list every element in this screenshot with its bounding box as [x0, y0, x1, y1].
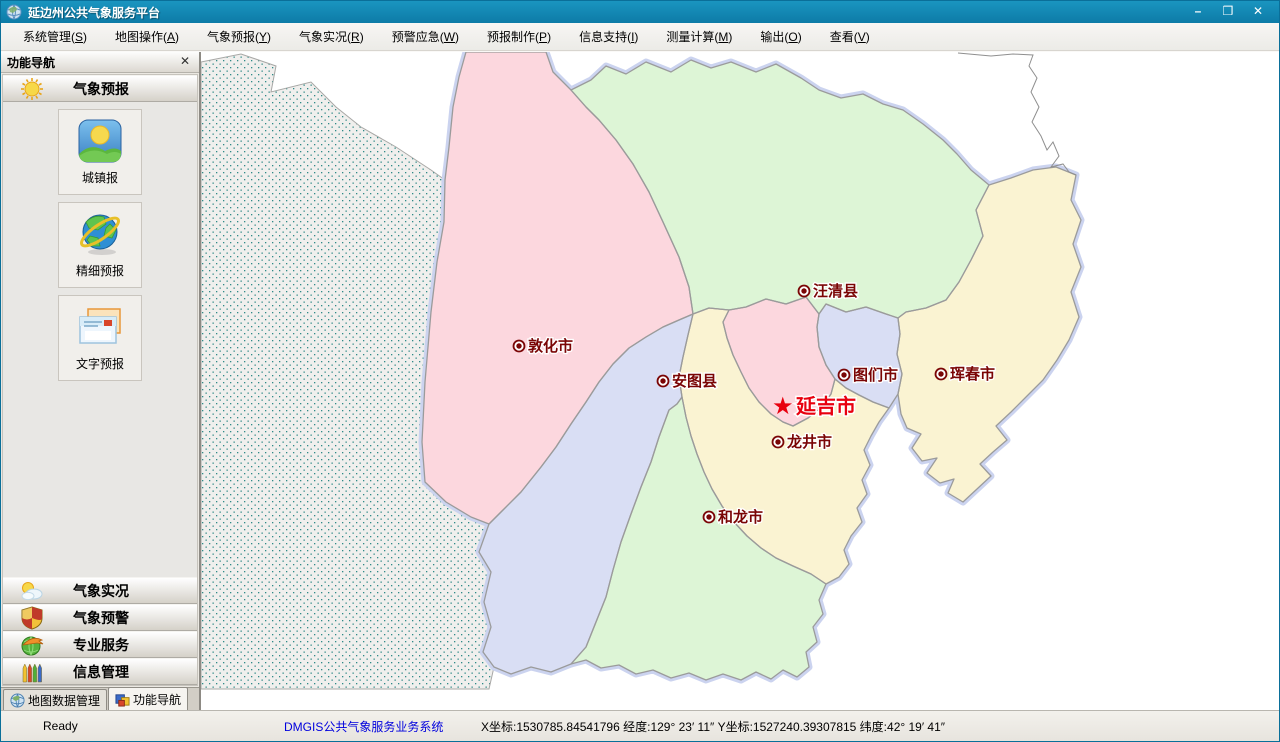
tile-label: 城镇报 — [82, 169, 118, 186]
tile-label: 文字预报 — [76, 355, 124, 372]
sidebar-title: 功能导航 — [7, 54, 177, 71]
menu-item-W[interactable]: 预警应急(W) — [378, 24, 473, 49]
section-globe-arrow[interactable]: 专业服务 — [3, 631, 197, 658]
pencils-icon — [19, 661, 45, 683]
menu-item-R[interactable]: 气象实况(R) — [285, 24, 378, 49]
town-forecast-icon — [76, 115, 124, 167]
region-name: 珲春市 — [950, 365, 995, 383]
tab-window[interactable]: 功能导航 — [108, 687, 188, 710]
section-shield[interactable]: 气象预警 — [3, 604, 197, 631]
map-label-延吉市: ★延吉市 — [772, 392, 856, 420]
sun-icon — [19, 78, 45, 100]
menu-item-P[interactable]: 预报制作(P) — [473, 24, 565, 49]
minimize-button[interactable]: – — [1187, 4, 1209, 20]
title-bar: 延边州公共气象服务平台 – ❒ ✕ — [1, 1, 1279, 23]
region-name: 敦化市 — [528, 337, 573, 355]
text-forecast-icon — [76, 301, 124, 353]
region-name: 和龙市 — [718, 508, 763, 526]
tile-town-forecast[interactable]: 城镇报 — [58, 109, 142, 195]
menu-item-A[interactable]: 地图操作(A) — [101, 24, 193, 49]
menu-bar: 系统管理(S)地图操作(A)气象预报(Y)气象实况(R)预警应急(W)预报制作(… — [1, 23, 1279, 51]
menu-item-V[interactable]: 查看(V) — [816, 24, 884, 49]
region-name: 图们市 — [853, 366, 898, 384]
globe-arrow-icon — [19, 634, 45, 656]
menu-item-S[interactable]: 系统管理(S) — [9, 24, 101, 49]
sidebar-close-icon[interactable]: ✕ — [177, 55, 193, 69]
border-line — [958, 53, 1076, 175]
region-name: 安图县 — [672, 372, 717, 390]
shield-icon — [19, 607, 45, 629]
sun-cloud-icon — [19, 580, 45, 602]
maximize-button[interactable]: ❒ — [1217, 4, 1239, 20]
application-window: 延边州公共气象服务平台 – ❒ ✕ 系统管理(S)地图操作(A)气象预报(Y)气… — [0, 0, 1280, 742]
menu-item-O[interactable]: 输出(O) — [746, 24, 815, 49]
region-name: 龙井市 — [786, 433, 832, 451]
menu-item-Y[interactable]: 气象预报(Y) — [193, 24, 285, 49]
tile-label: 精细预报 — [76, 262, 124, 279]
section-weather-forecast[interactable]: 气象预报 — [3, 75, 197, 102]
section-label: 信息管理 — [45, 662, 157, 682]
status-ready: Ready — [43, 719, 78, 733]
section-label: 气象实况 — [45, 581, 157, 601]
sidebar: 功能导航 ✕ 气象预报 城镇报精细预报文字预报 气象实况气象预警专业服务信息管理… — [1, 52, 201, 710]
app-globe-icon — [6, 4, 22, 20]
tile-text-forecast[interactable]: 文字预报 — [58, 295, 142, 381]
region-name: 汪清县 — [813, 282, 858, 300]
section-sun-cloud[interactable]: 气象实况 — [3, 577, 197, 604]
section-pencils[interactable]: 信息管理 — [3, 658, 197, 685]
tab-window-icon — [115, 692, 130, 707]
section-label: 专业服务 — [45, 635, 157, 655]
close-button[interactable]: ✕ — [1247, 4, 1269, 20]
status-system-name: DMGIS公共气象服务业务系统 — [284, 718, 443, 735]
sidebar-tab-bar: 地图数据管理功能导航 — [1, 687, 199, 710]
region-name: 延吉市 — [795, 394, 856, 418]
sidebar-header: 功能导航 ✕ — [1, 52, 199, 73]
fine-forecast-icon — [76, 208, 124, 260]
menu-item-M[interactable]: 测量计算(M) — [652, 24, 746, 49]
tile-fine-forecast[interactable]: 精细预报 — [58, 202, 142, 288]
capital-star-icon: ★ — [772, 392, 794, 420]
tab-globe[interactable]: 地图数据管理 — [3, 689, 107, 710]
status-coordinates: X坐标:1530785.84541796 经度:129° 23′ 11″ Y坐标… — [481, 718, 945, 735]
tab-globe-icon — [10, 693, 25, 708]
menu-item-I[interactable]: 信息支持(I) — [565, 24, 652, 49]
map-view[interactable]: 敦化市 汪清县珲春市 图们市 ★延吉市龙井市 安图县和龙市 — [201, 52, 1279, 710]
section-label: 气象预警 — [45, 608, 157, 628]
section-label: 气象预报 — [45, 79, 157, 99]
window-title: 延边州公共气象服务平台 — [28, 4, 1187, 21]
sidebar-body: 气象预报 城镇报精细预报文字预报 气象实况气象预警专业服务信息管理 — [2, 74, 198, 686]
status-bar: Ready DMGIS公共气象服务业务系统 X坐标:1530785.845417… — [1, 710, 1279, 741]
